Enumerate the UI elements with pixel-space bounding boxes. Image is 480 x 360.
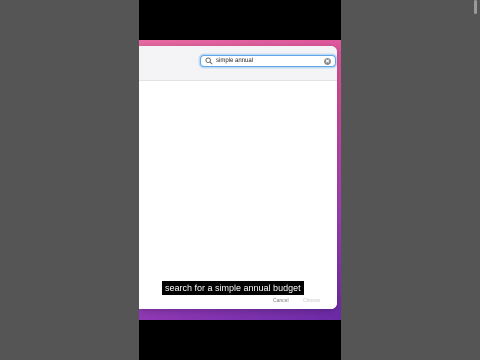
choose-button[interactable]: Choose — [303, 298, 320, 304]
results-area — [139, 81, 337, 309]
right-letterbox — [341, 0, 480, 360]
clear-search-icon[interactable] — [324, 57, 331, 65]
video-caption: search for a simple annual budget — [162, 281, 304, 295]
dialog-footer: Cancel Choose — [139, 296, 337, 309]
cancel-button[interactable]: Cancel — [273, 298, 289, 304]
scrollbar-thumb[interactable] — [474, 0, 477, 14]
video-frame: Cancel Choose — [139, 0, 341, 360]
left-letterbox — [0, 0, 139, 360]
window-toolbar — [139, 46, 337, 81]
desktop-wallpaper: Cancel Choose — [139, 40, 341, 320]
template-picker-window: Cancel Choose — [139, 46, 337, 309]
search-field[interactable] — [200, 55, 336, 67]
search-icon — [205, 57, 213, 65]
search-input[interactable] — [213, 56, 324, 66]
